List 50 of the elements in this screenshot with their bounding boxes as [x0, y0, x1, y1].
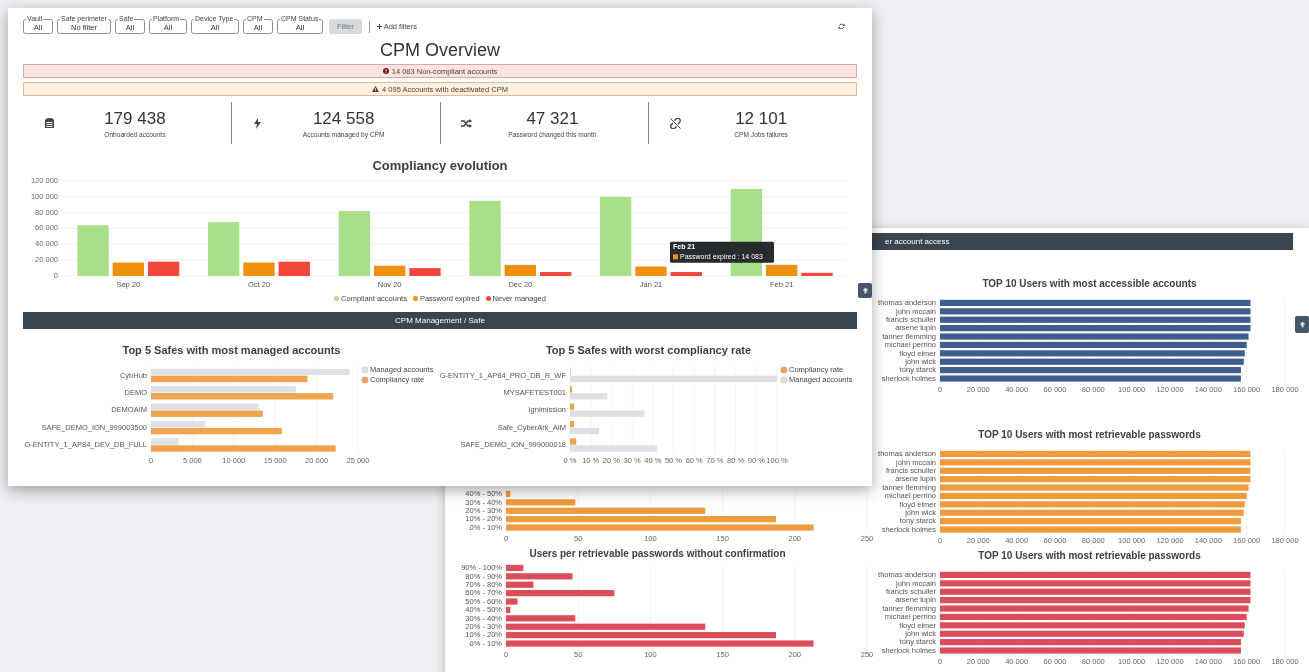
- refresh-button[interactable]: [838, 23, 845, 30]
- shuffle-icon: [461, 118, 472, 128]
- bar: [243, 262, 275, 276]
- lightning-icon: [254, 117, 262, 129]
- stat-value: 47 321: [526, 108, 579, 129]
- bar: [801, 272, 833, 276]
- section-header: CPM Management / Safe: [23, 312, 857, 329]
- stat-value: 12 101: [735, 108, 788, 129]
- legend-dot: [780, 366, 788, 374]
- legend-dot: [780, 376, 788, 384]
- bar: [539, 272, 572, 276]
- legend-dot: [334, 296, 340, 301]
- bar: [506, 564, 524, 571]
- bar: [208, 222, 240, 276]
- bar: [504, 264, 536, 276]
- legend-dot: [412, 296, 418, 301]
- chart-title: Users per retrievable passwords without confirmation: [528, 547, 787, 561]
- bar: [766, 264, 798, 276]
- bar: [670, 272, 702, 276]
- refresh-icon: [838, 23, 845, 30]
- bar: [77, 225, 109, 276]
- stat-value: 124 558: [312, 108, 375, 129]
- bar: [506, 490, 511, 497]
- legend-dot: [361, 366, 369, 374]
- broken-link-icon: [669, 117, 681, 129]
- scroll-top-button[interactable]: [1295, 316, 1309, 333]
- bar: [278, 261, 310, 276]
- bar: [338, 211, 371, 276]
- chart-title: TOP 10 Users with most accessible accounts: [981, 277, 1198, 291]
- bar: [409, 268, 441, 276]
- bar: [635, 266, 667, 276]
- stat-value: 179 438: [104, 108, 166, 129]
- chart-title: Top 5 Safes with worst compliancy rate: [544, 343, 753, 357]
- scroll-top-button[interactable]: [858, 283, 872, 298]
- legend-dot: [485, 296, 491, 301]
- bar: [147, 261, 180, 276]
- plus-icon: [376, 24, 382, 29]
- exclamation-circle-icon: [382, 68, 389, 74]
- arrow-up-icon: [1298, 321, 1306, 328]
- chart-title: TOP 10 Users with most retrievable passwords: [977, 428, 1202, 442]
- bar: [112, 262, 144, 276]
- chart-title: Compliancy evolution: [371, 158, 509, 174]
- bar: [374, 265, 406, 276]
- warning-icon: [372, 86, 380, 92]
- archive-icon: [43, 118, 55, 128]
- arrow-up-icon: [861, 287, 869, 294]
- legend-dot: [361, 376, 369, 384]
- page-title: CPM Overview: [379, 39, 501, 61]
- chart-title: Top 5 Safes with most managed accounts: [121, 343, 342, 357]
- chart-title: TOP 10 Users with most retrievable passwords: [977, 549, 1202, 563]
